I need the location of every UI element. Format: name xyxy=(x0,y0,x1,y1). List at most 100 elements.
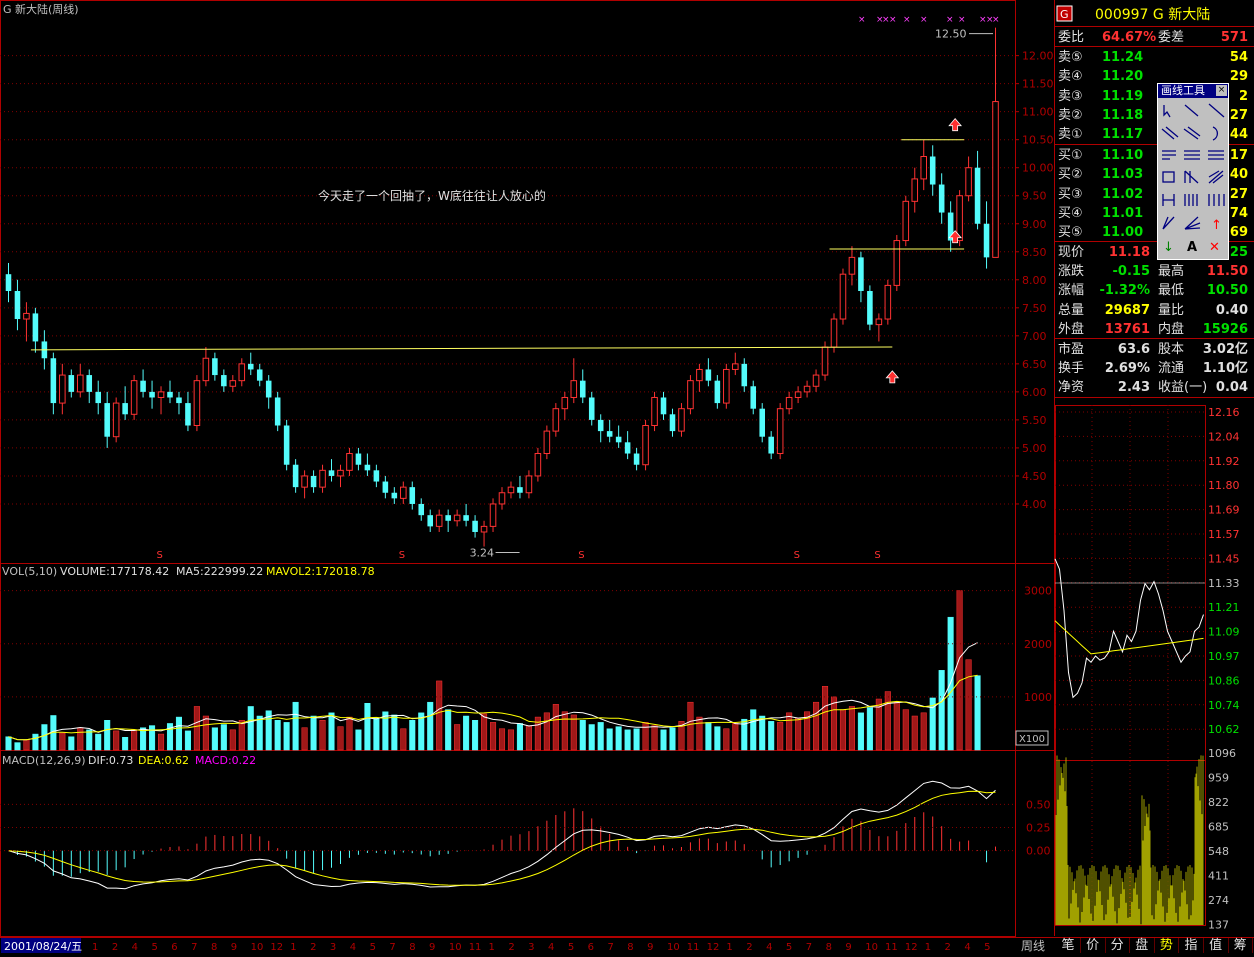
candle-body-down xyxy=(579,380,586,398)
candle-body-down xyxy=(705,369,712,381)
speed-tool-icon[interactable] xyxy=(1208,170,1224,184)
month-tick-label: 9 xyxy=(647,942,653,953)
bottom-tab[interactable]: 盘 xyxy=(1130,938,1155,953)
volume-bar xyxy=(445,709,452,751)
dif-value: DIF:0.73 xyxy=(88,754,133,767)
period-tool-icon[interactable] xyxy=(1162,194,1175,206)
bottom-tab[interactable]: 分 xyxy=(1105,938,1131,953)
intraday-price-label: 11.80 xyxy=(1208,479,1240,492)
fibonacci-tool-icon[interactable] xyxy=(1162,150,1176,160)
quote-stat-row: 外盘 13761 内盘 15926 xyxy=(1058,320,1252,339)
volume-bar xyxy=(642,722,649,751)
month-tick-label: 6 xyxy=(588,942,594,953)
candle-body-down xyxy=(606,431,613,437)
candle-body-up xyxy=(561,396,569,410)
volume-bar xyxy=(588,724,595,751)
candle-body-up xyxy=(319,469,326,488)
macd-value: MACD:0.22 xyxy=(195,754,256,767)
ray-tool-icon[interactable] xyxy=(1208,103,1225,118)
delete-tool-icon[interactable]: ✕ xyxy=(1209,240,1220,255)
high-price-label: 12.50 xyxy=(935,28,967,41)
month-tick-label: 10 xyxy=(251,942,264,953)
quote-stat-l2: 最低 xyxy=(1158,283,1185,299)
volume-bar xyxy=(247,706,254,751)
rect-tool-icon[interactable] xyxy=(1162,171,1175,183)
volume-bar xyxy=(687,701,694,751)
price-tick-label: 9.00 xyxy=(1022,218,1047,231)
bottom-tab[interactable]: 笔 xyxy=(1056,938,1081,953)
percent-tool-icon[interactable] xyxy=(1208,150,1224,160)
volume-bar xyxy=(660,729,667,751)
cycle-tool-icon[interactable] xyxy=(1184,170,1199,184)
candle-body-down xyxy=(615,436,622,443)
volume-bar xyxy=(696,716,703,751)
candle-body-up xyxy=(59,374,66,404)
draw-tools-title[interactable]: 画线工具 × xyxy=(1158,84,1228,98)
candle-body-down xyxy=(759,408,765,437)
volume-bar xyxy=(884,691,891,751)
candle-body-up xyxy=(723,368,730,404)
month-tick-label: 3 xyxy=(330,942,336,953)
volume-bar xyxy=(274,720,281,751)
bottom-tab[interactable]: 价 xyxy=(1081,938,1106,953)
candle-body-down xyxy=(983,223,990,258)
channel-tool-icon[interactable] xyxy=(1183,126,1201,140)
quote-volume: 40 xyxy=(1229,167,1248,183)
candle-body-down xyxy=(50,358,57,404)
parallel-tool-icon[interactable] xyxy=(1161,126,1179,140)
close-icon[interactable]: × xyxy=(1216,85,1227,96)
quote-label: 买⑤ xyxy=(1058,225,1083,241)
quote-price: 11.24 xyxy=(1102,50,1144,65)
fan-tool-icon[interactable] xyxy=(1184,216,1201,230)
month-tick-label: 9 xyxy=(429,942,435,953)
volume-bar xyxy=(41,724,48,751)
volume-tick-label: 3000 xyxy=(1024,585,1052,598)
volume-bar xyxy=(238,720,245,751)
month-tick-label: 2 xyxy=(746,942,752,953)
price-tick-label: 12.00 xyxy=(1022,50,1054,63)
volume-bar xyxy=(507,729,515,751)
gann-tool-icon[interactable] xyxy=(1184,150,1200,160)
candle-body-down xyxy=(292,464,299,488)
angle-tool-icon[interactable] xyxy=(1162,216,1175,230)
candle-body-down xyxy=(283,425,290,465)
ma5-value: MA5:222999.22 xyxy=(176,565,263,578)
timezone-tool-icon[interactable] xyxy=(1184,194,1198,206)
volume-bar xyxy=(516,723,523,751)
event-marker: S xyxy=(874,550,880,561)
volume-bar xyxy=(256,715,263,751)
candle-body-up xyxy=(651,396,658,426)
volume-bar xyxy=(777,722,784,751)
volume-bar xyxy=(319,720,326,751)
arrow-down-icon[interactable]: ↓ xyxy=(1163,240,1174,255)
volume-bar xyxy=(750,709,757,751)
cursor-tool-icon[interactable] xyxy=(1163,105,1171,118)
text-tool-icon[interactable]: A xyxy=(1187,240,1197,255)
draw-tools-palette[interactable]: 画线工具 × ↑ ↓ A ✕ xyxy=(1157,83,1229,260)
bottom-tab[interactable]: 值 xyxy=(1204,938,1229,953)
quote-stat-v1: 2.69% xyxy=(1104,361,1150,377)
volume-bar xyxy=(579,720,586,751)
fib-time-tool-icon[interactable] xyxy=(1208,194,1225,206)
candle-body-up xyxy=(435,514,443,527)
bottom-tab[interactable]: 指 xyxy=(1179,938,1204,953)
bottom-tab[interactable]: 筹 xyxy=(1228,938,1254,953)
intraday-avg-line xyxy=(1054,620,1204,655)
volume-bar xyxy=(157,733,165,751)
volume-bar xyxy=(938,670,945,751)
bottom-tab[interactable]: 势 xyxy=(1154,938,1180,953)
quote-stat-l2: 流通 xyxy=(1158,361,1185,377)
month-tick-label: 7 xyxy=(806,942,812,953)
quote-stat-v2: 0.04 xyxy=(1215,380,1248,396)
volume-axis: 3000 2000 1000 xyxy=(0,585,1052,704)
quote-stat-v1: -1.32% xyxy=(1099,283,1151,299)
quote-stat-v2: 1.10亿 xyxy=(1202,361,1248,377)
arc-tool-icon[interactable] xyxy=(1212,126,1219,141)
volume-bar xyxy=(86,729,93,751)
price-tick-label: 11.00 xyxy=(1022,106,1054,119)
volume-bar xyxy=(202,715,209,751)
arrow-up-icon[interactable]: ↑ xyxy=(1211,218,1222,233)
volume-bar xyxy=(830,696,838,751)
line-tool-icon[interactable] xyxy=(1184,104,1199,117)
period-button[interactable]: 周线 xyxy=(1021,939,1045,953)
